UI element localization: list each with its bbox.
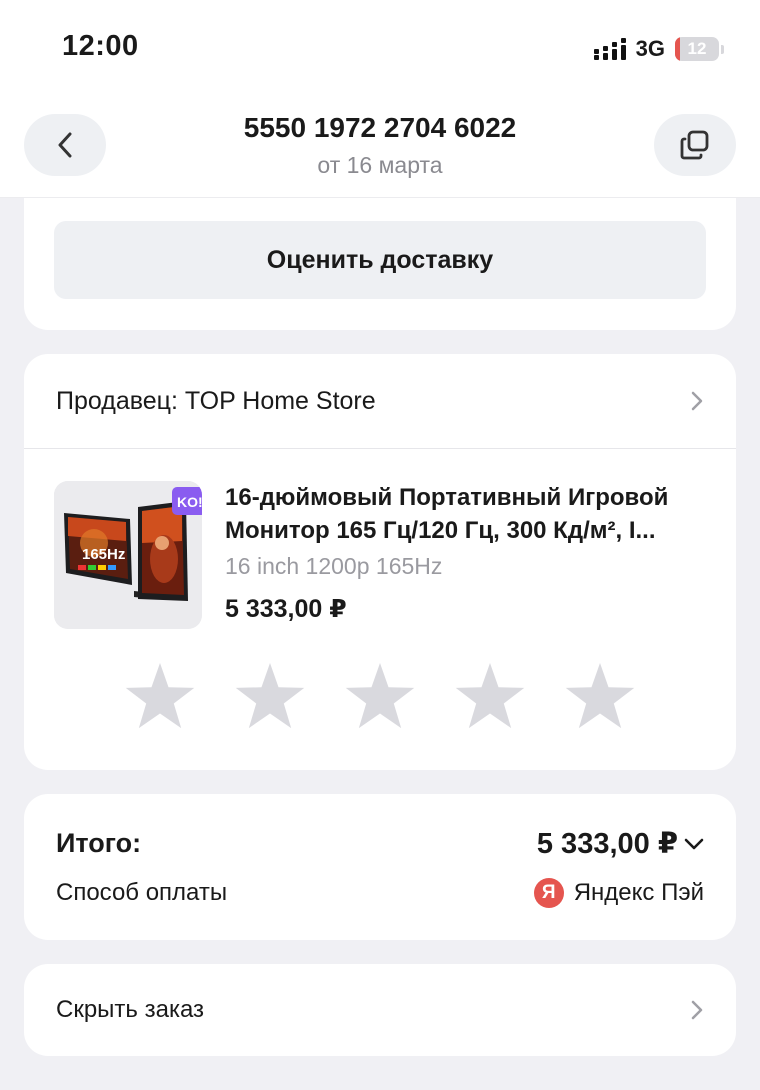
rating-star-3[interactable] — [343, 661, 417, 733]
product-image-badge: KO! — [177, 494, 202, 510]
rating-star-5[interactable] — [563, 661, 637, 733]
copy-button[interactable] — [654, 114, 736, 176]
battery-fill — [675, 37, 681, 61]
chevron-right-icon — [691, 391, 703, 411]
chevron-right-icon — [691, 1000, 703, 1020]
chevron-left-icon — [58, 132, 72, 158]
payment-label: Способ оплаты — [56, 879, 228, 906]
top-bar: 12:00 3G 12 5550 1972 2704 6022 от 16 ма… — [0, 0, 760, 198]
payment-method: Я Яндекс Пэй — [533, 878, 704, 908]
order-summary-card: Итого: 5 333,00 ₽ Способ оплаты Я Яндекс… — [24, 794, 736, 940]
order-number: 5550 1972 2704 6022 — [243, 112, 517, 143]
total-row[interactable]: Итого: 5 333,00 ₽ — [56, 826, 704, 861]
payment-row: Способ оплаты Я Яндекс Пэй — [56, 878, 704, 908]
product-info[interactable]: 16-дюймовый Портативный Игровой Монитор … — [225, 481, 705, 624]
product-rating-stars — [24, 661, 736, 733]
battery-nub — [721, 44, 724, 54]
product-variant: 16 inch 1200p 165Hz — [225, 553, 443, 579]
copy-icon — [680, 130, 709, 160]
hide-order-card[interactable]: Скрыть заказ — [24, 964, 736, 1056]
product-price: 5 333,00 ₽ — [225, 595, 347, 623]
payment-method-name: Яндекс Пэй — [573, 879, 704, 906]
chevron-down-icon — [684, 838, 704, 849]
seller-label: Продавец: TOP Home Store — [56, 386, 376, 415]
status-indicators: 3G 12 — [593, 36, 724, 62]
order-item-card: Продавец: TOP Home Store 165Hz KO! 16-дю… — [24, 354, 736, 770]
battery-icon: 12 — [675, 37, 719, 61]
monitor-product-image: 165Hz KO! — [54, 481, 202, 629]
product-image[interactable]: 165Hz KO! — [54, 481, 202, 629]
yandex-pay-icon: Я — [533, 878, 564, 908]
hide-order-row[interactable]: Скрыть заказ — [56, 964, 704, 1056]
rating-star-1[interactable] — [123, 661, 197, 733]
total-label: Итого: — [56, 828, 142, 858]
total-value: 5 333,00 ₽ — [536, 828, 678, 860]
rating-star-4[interactable] — [453, 661, 527, 733]
back-button[interactable] — [24, 114, 106, 176]
product-title: 16-дюймовый Портативный Игровой Монитор … — [225, 484, 669, 544]
total-value-group[interactable]: 5 333,00 ₽ — [537, 826, 704, 861]
battery-level: 12 — [687, 39, 707, 58]
product-image-overlay: 165Hz — [82, 546, 125, 563]
delivery-card: Оценить доставку — [24, 198, 736, 330]
network-type: 3G — [635, 36, 665, 61]
seller-row[interactable]: Продавец: TOP Home Store — [24, 354, 736, 449]
rating-star-2[interactable] — [233, 661, 307, 733]
rate-delivery-button[interactable]: Оценить доставку — [54, 221, 706, 299]
signal-icon — [593, 38, 626, 60]
hide-order-label: Скрыть заказ — [56, 996, 205, 1023]
page-title: 5550 1972 2704 6022 от 16 марта — [120, 112, 640, 179]
status-time: 12:00 — [62, 30, 139, 62]
order-date: от 16 марта — [317, 152, 443, 178]
